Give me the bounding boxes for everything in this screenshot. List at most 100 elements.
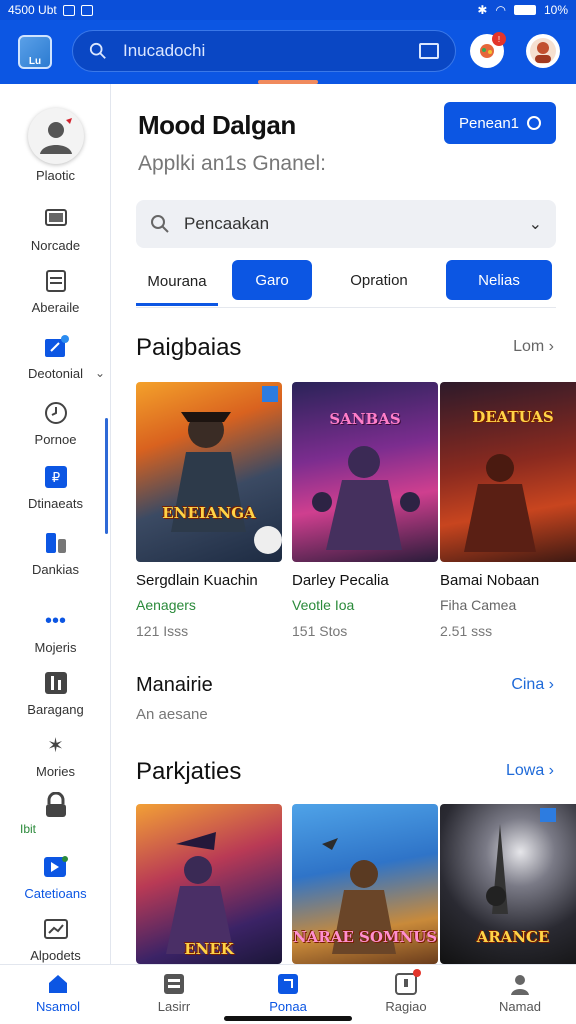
app-notification-icon	[80, 4, 93, 16]
notification-icon	[62, 4, 75, 16]
sidebar-item-ibit[interactable]: Ibit	[0, 792, 111, 836]
cover-title: NARAE SOMNUS	[292, 928, 438, 946]
nav-item-library[interactable]: Lasirr	[124, 973, 224, 1014]
book-icon[interactable]	[419, 43, 439, 59]
notifications-button[interactable]: !	[470, 32, 506, 68]
sidebar-profile-label[interactable]: Plaotic	[0, 168, 111, 183]
cover-title: DEATUAS	[472, 408, 554, 426]
tab-bar: Mourana Garo Opration Nelias	[136, 256, 556, 308]
sidebar-item-norcade[interactable]: Norcade	[0, 206, 111, 253]
game-card[interactable]: NARAE SOMNUS	[292, 804, 438, 964]
sidebar-item-aberaile[interactable]: Aberaile	[0, 268, 111, 315]
section-see-all-link[interactable]: Lom ›	[513, 338, 554, 356]
page-title: Mood Dalgan	[138, 110, 296, 140]
cover-title: SANBAS	[329, 410, 401, 428]
bookmark-icon	[43, 530, 69, 556]
sidebar-item-pornoe[interactable]: Pornoe	[0, 400, 111, 447]
game-card[interactable]: ENEIANGA Sergdlain Kuachin Aenagers 121 …	[136, 382, 282, 639]
profile-avatar[interactable]	[526, 34, 560, 68]
sidebar-item-dankias[interactable]: Dankias	[0, 530, 111, 577]
game-card[interactable]: SANBAS Darley Pecalia Veotle Ioa 151 Sto…	[292, 382, 438, 639]
status-time: 4500 Ubt	[8, 3, 57, 17]
primary-action-button[interactable]: Penean1	[444, 102, 556, 144]
search-icon	[151, 215, 169, 233]
user-avatar-icon	[530, 38, 556, 64]
game-category: Fiha Camea	[440, 597, 517, 613]
status-bar: 4500 Ubt ✱ ◠ 10%	[0, 0, 576, 20]
notification-badge	[413, 969, 421, 977]
game-size: 2.51 sss	[440, 623, 493, 639]
currency-icon: ₽	[43, 464, 69, 490]
game-size: 151 Stos	[292, 623, 348, 639]
game-card[interactable]: DEATUAS Bamai Nobaan Fiha Camea 2.51 sss	[440, 382, 576, 639]
app-logo-icon[interactable]: Lu	[18, 35, 52, 69]
sidebar-item-alpodets[interactable]: Alpodets	[0, 916, 111, 963]
home-indicator[interactable]	[224, 1016, 352, 1021]
section-title: Paigbaias	[136, 334, 242, 361]
notification-badge: !	[492, 32, 506, 46]
user-icon	[40, 118, 72, 154]
sidebar-item-dtinaeats[interactable]: ₽ Dtinaeats	[0, 464, 111, 511]
page-subtitle: Applki an1s Gnanel:	[138, 152, 326, 175]
wifi-icon: ◠	[495, 3, 506, 17]
hero-illustration-icon	[312, 446, 420, 550]
search-bar[interactable]: Inucadochi	[72, 30, 456, 72]
cover-title: ENEK	[184, 940, 234, 958]
bluetooth-icon: ✱	[477, 3, 488, 17]
game-category: Veotle Ioa	[292, 597, 355, 613]
game-card[interactable]: ARANCE	[440, 804, 576, 964]
game-name: Bamai Nobaan	[440, 572, 540, 589]
tab-opration[interactable]: Opration	[334, 260, 424, 300]
search-input[interactable]: Inucadochi	[123, 41, 419, 61]
game-size: 121 Isss	[136, 623, 189, 639]
bottom-navigation: Nsamol Lasirr Ponaa Ragiao Namad	[0, 964, 576, 1024]
chevron-down-icon: ⌄	[94, 366, 105, 380]
game-category: Aenagers	[136, 597, 196, 613]
section-title: Parkjaties	[136, 758, 242, 785]
tab-nelias[interactable]: Nelias	[446, 260, 552, 300]
list-item-title[interactable]: Manairie	[136, 674, 213, 697]
nav-item-updates[interactable]: Ragiao	[356, 969, 456, 1014]
nav-item-profile[interactable]: Namad	[470, 973, 570, 1014]
sidebar-scrollbar[interactable]	[105, 418, 108, 534]
game-name: Sergdlain Kuachin	[136, 572, 258, 589]
sidebar-item-baragang[interactable]: Baragang	[0, 670, 111, 717]
sidebar-item-deotonial[interactable]: Deotonial ⌄	[0, 334, 111, 381]
main-content: Mood Dalgan Applki an1s Gnanel: Penean1 …	[112, 84, 576, 964]
sidebar-item-catetioans[interactable]: Catetioans	[0, 854, 111, 901]
game-name: Darley Pecalia	[292, 572, 389, 589]
game-cover-image: SANBAS	[292, 382, 438, 562]
monitor-icon	[43, 206, 69, 232]
sidebar-item-mories[interactable]: ✶ Mories	[0, 732, 111, 780]
section-see-all-link[interactable]: Lowa ›	[506, 762, 554, 780]
game-card[interactable]: ENEK	[136, 804, 282, 964]
game-cover-image: ENEK	[136, 804, 282, 964]
apps-icon	[277, 973, 299, 995]
sidebar-profile-avatar[interactable]	[28, 108, 84, 164]
battery-level: 10%	[543, 3, 568, 17]
row-link[interactable]: Cina ›	[511, 676, 554, 694]
document-icon	[43, 268, 69, 294]
sidebar-item-mojeris[interactable]: ••• Mojeris	[0, 608, 111, 656]
game-cover-image: ENEIANGA	[136, 382, 282, 562]
search-icon	[89, 42, 106, 59]
hero-illustration-icon	[171, 386, 282, 554]
filter-dropdown[interactable]: Pencaakan ⌄	[136, 200, 556, 248]
game-cover-image: NARAE SOMNUS	[292, 804, 438, 964]
tab-garo[interactable]: Garo	[232, 260, 312, 300]
game-cover-image: DEATUAS	[440, 382, 576, 562]
cover-title: ENEIANGA	[162, 504, 256, 522]
battery-icon	[513, 5, 536, 15]
nav-item-ponaa[interactable]: Ponaa	[238, 973, 338, 1014]
home-icon	[47, 973, 69, 995]
cover-title: ARANCE	[476, 928, 550, 946]
lock-icon	[43, 792, 69, 818]
chart-icon	[43, 916, 69, 942]
app-header: Lu Inucadochi !	[0, 20, 576, 84]
game-cover-image: ARANCE	[440, 804, 576, 964]
svg-text:₽: ₽	[51, 471, 59, 486]
nav-item-home[interactable]: Nsamol	[8, 973, 108, 1014]
tab-mourana[interactable]: Mourana	[136, 260, 218, 306]
list-item-subtitle: An aesane	[136, 706, 208, 723]
play-icon	[43, 854, 69, 880]
